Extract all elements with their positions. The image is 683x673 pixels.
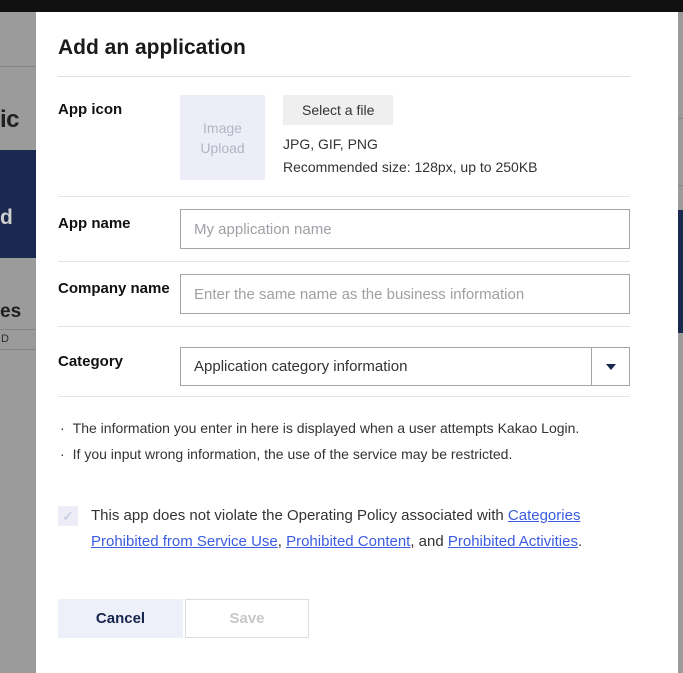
note-item: · If you input wrong information, the us… xyxy=(58,441,630,467)
company-name-label: Company name xyxy=(58,274,180,300)
link-prohibited-content[interactable]: Prohibited Content xyxy=(286,533,410,550)
app-icon-label: App icon xyxy=(58,95,180,180)
app-name-row: App name xyxy=(58,197,630,262)
app-name-input[interactable] xyxy=(180,209,630,249)
policy-text-suffix: . xyxy=(578,533,582,550)
select-file-button[interactable]: Select a file xyxy=(283,95,393,125)
save-button[interactable]: Save xyxy=(185,599,309,638)
modal-actions: Cancel Save xyxy=(58,599,630,638)
background-partial-text: es xyxy=(0,301,21,323)
note-bullet: · xyxy=(60,441,65,467)
note-item: · The information you enter in here is d… xyxy=(58,415,630,441)
background-navy-banner: d xyxy=(0,150,36,258)
dropdown-arrow-icon xyxy=(606,364,616,370)
check-icon: ✓ xyxy=(62,508,74,525)
recommended-size-text: Recommended size: 128px, up to 250KB xyxy=(283,159,538,175)
note-text: If you input wrong information, the use … xyxy=(73,441,513,467)
background-divider xyxy=(678,118,683,119)
company-name-row: Company name xyxy=(58,262,630,327)
app-icon-row: App icon Image Upload Select a file JPG,… xyxy=(58,77,630,197)
background-divider xyxy=(0,349,36,350)
background-page-left-edge: ic d es D xyxy=(0,12,36,673)
background-navy-banner-edge xyxy=(678,210,683,333)
company-name-input[interactable] xyxy=(180,274,630,314)
policy-checkbox[interactable]: ✓ xyxy=(58,506,78,526)
note-text: The information you enter in here is dis… xyxy=(73,415,580,441)
category-row: Category Application category informatio… xyxy=(58,327,630,397)
background-divider xyxy=(0,329,36,330)
background-top-nav xyxy=(0,0,683,12)
allowed-formats-text: JPG, GIF, PNG xyxy=(283,136,538,152)
background-partial-heading: ic xyxy=(0,106,19,134)
background-partial-banner-text: d xyxy=(0,206,13,230)
policy-agreement-row: ✓ This app does not violate the Operatin… xyxy=(58,503,630,555)
policy-text-sep: , xyxy=(278,533,286,550)
background-divider xyxy=(678,185,683,186)
background-divider xyxy=(0,66,36,67)
policy-text-sep: , and xyxy=(410,533,448,550)
category-label: Category xyxy=(58,347,180,386)
cancel-button[interactable]: Cancel xyxy=(58,599,183,638)
app-name-label: App name xyxy=(58,209,180,235)
link-prohibited-activities[interactable]: Prohibited Activities xyxy=(448,533,578,550)
background-page-right-edge xyxy=(678,12,683,673)
modal-title: Add an application xyxy=(58,36,630,60)
add-application-modal: Add an application App icon Image Upload… xyxy=(36,12,678,673)
category-select-value: Application category information xyxy=(181,358,591,375)
category-select[interactable]: Application category information xyxy=(180,347,630,386)
image-upload-dropzone[interactable]: Image Upload xyxy=(180,95,265,180)
note-bullet: · xyxy=(60,415,65,441)
policy-agreement-text: This app does not violate the Operating … xyxy=(91,503,630,555)
notes-list: · The information you enter in here is d… xyxy=(58,415,630,467)
policy-text-prefix: This app does not violate the Operating … xyxy=(91,507,508,524)
category-select-arrow-cell[interactable] xyxy=(591,348,629,385)
background-partial-small-text: D xyxy=(1,333,9,345)
